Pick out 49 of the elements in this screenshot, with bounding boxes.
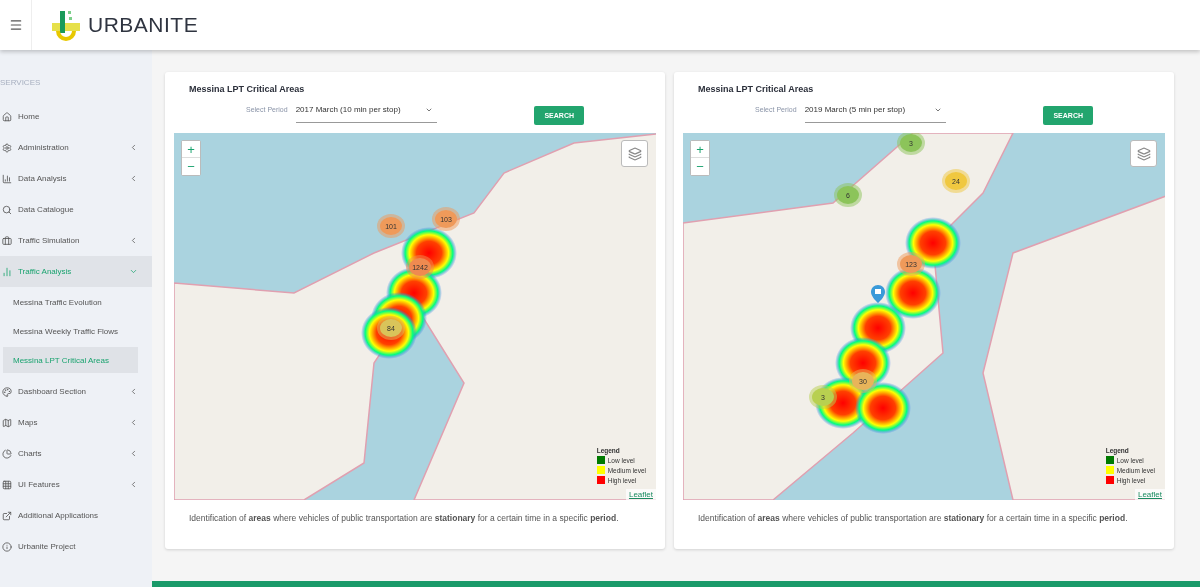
layers-button[interactable] bbox=[1130, 140, 1157, 167]
bar-chart-icon bbox=[2, 173, 12, 184]
sidebar-item[interactable]: Data Catalogue bbox=[0, 194, 152, 225]
layers-icon bbox=[627, 146, 642, 161]
sidebar-item[interactable]: UI Features bbox=[0, 469, 152, 500]
card-description: Identification of areas where vehicles of public transportation are stationary for a certain time in a specific period. bbox=[698, 512, 1129, 525]
sidebar-subitem[interactable]: Messina Traffic Evolution bbox=[3, 289, 138, 315]
chevron-left-icon bbox=[129, 387, 138, 396]
info-icon bbox=[2, 541, 12, 552]
card-description: Identification of areas where vehicles of public transportation are stationary for a certain time in a specific period. bbox=[189, 512, 620, 525]
chevron-left-icon bbox=[129, 418, 138, 427]
chevron-left-icon bbox=[129, 236, 138, 245]
chevron-left-icon bbox=[129, 174, 138, 183]
sidebar-item[interactable]: Data Analysis bbox=[0, 163, 152, 194]
sidebar-item[interactable]: Home bbox=[0, 101, 152, 132]
layers-button[interactable] bbox=[621, 140, 648, 167]
sidebar-heading: SERVICES bbox=[0, 78, 42, 89]
sidebar-item[interactable]: Additional Applications bbox=[0, 500, 152, 531]
bar-chart-icon bbox=[2, 266, 12, 277]
chevron-left-icon bbox=[129, 480, 138, 489]
sidebar-subitem[interactable]: Messina Weekly Traffic Flows bbox=[3, 318, 138, 344]
gear-icon bbox=[2, 142, 12, 153]
sidebar-item[interactable]: Urbanite Project bbox=[0, 531, 152, 562]
chevron-left-icon bbox=[129, 143, 138, 152]
attribution-link[interactable]: Leaflet bbox=[1134, 489, 1165, 500]
home-icon bbox=[2, 111, 12, 122]
period-select[interactable]: 2017 March (10 min per stop) bbox=[295, 105, 437, 123]
sidebar-item[interactable]: Dashboard Section bbox=[0, 376, 152, 407]
map-icon bbox=[2, 417, 12, 428]
attribution-link[interactable]: Leaflet bbox=[625, 489, 656, 500]
layers-icon bbox=[1136, 146, 1151, 161]
briefcase-icon bbox=[2, 235, 12, 246]
chevron-left-icon bbox=[129, 449, 138, 458]
sidebar-item[interactable]: Maps bbox=[0, 407, 152, 438]
pie-chart-icon bbox=[2, 448, 12, 459]
sidebar-item[interactable]: Charts bbox=[0, 438, 152, 469]
search-icon bbox=[2, 204, 12, 215]
palette-icon bbox=[2, 386, 12, 397]
sidebar-item[interactable]: Traffic Simulation bbox=[0, 225, 152, 256]
external-link-icon bbox=[2, 510, 12, 521]
brand-name: URBANITE bbox=[88, 13, 199, 37]
menu-icon bbox=[8, 18, 23, 32]
chevron-down-icon bbox=[129, 267, 138, 276]
card-title: Messina LPT Critical Areas bbox=[698, 84, 815, 94]
period-select[interactable]: 2019 March (5 min per stop) bbox=[804, 105, 946, 123]
sidebar-item[interactable]: Administration bbox=[0, 132, 152, 163]
grid-icon bbox=[2, 479, 12, 490]
map-pin-icon[interactable] bbox=[871, 285, 885, 303]
card-title: Messina LPT Critical Areas bbox=[189, 84, 306, 94]
